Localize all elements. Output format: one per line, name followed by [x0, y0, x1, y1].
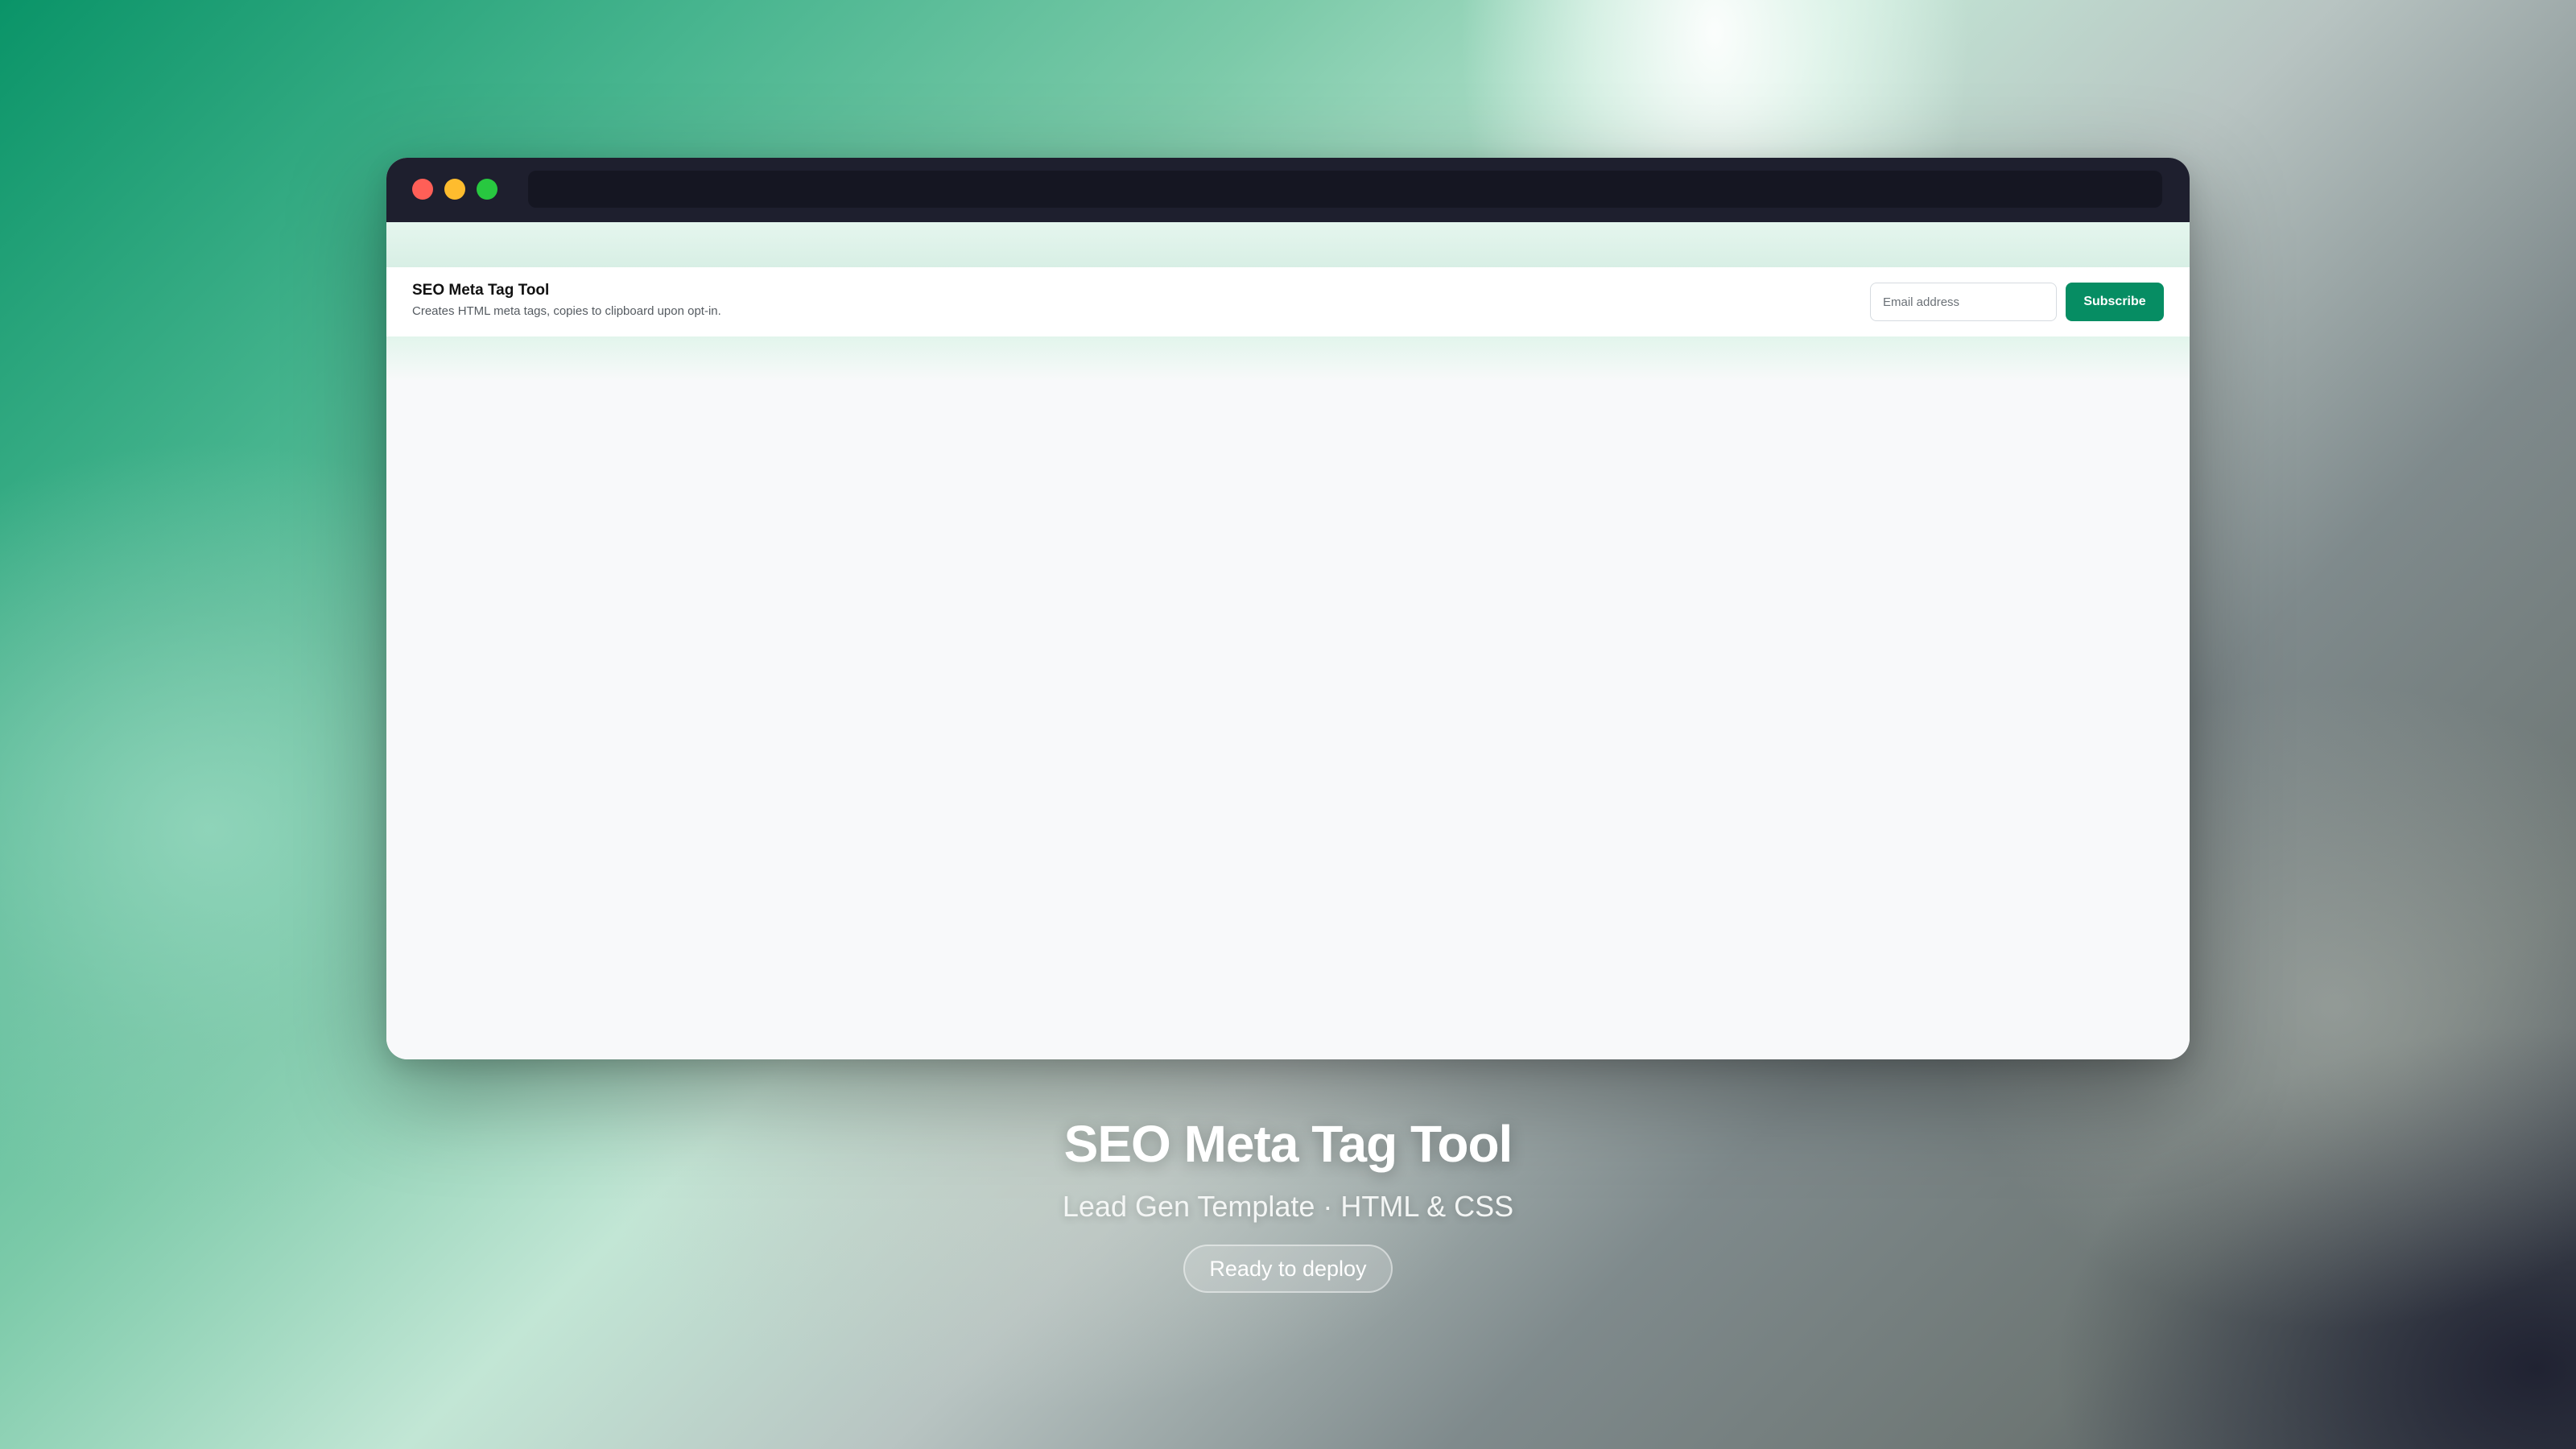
- maximize-window-icon[interactable]: [477, 179, 497, 200]
- page-viewport: SEO Meta Tag Tool Creates HTML meta tags…: [386, 222, 2190, 1059]
- lead-bar-title: SEO Meta Tag Tool: [412, 282, 550, 299]
- window-titlebar: [386, 158, 2190, 222]
- bottom-gradient-band: [386, 336, 2190, 382]
- caption-title: SEO Meta Tag Tool: [1063, 1115, 1513, 1173]
- close-window-icon[interactable]: [412, 179, 433, 200]
- lead-gen-bar: SEO Meta Tag Tool Creates HTML meta tags…: [386, 267, 2190, 336]
- minimize-window-icon[interactable]: [444, 179, 465, 200]
- email-input[interactable]: [1870, 283, 2057, 321]
- lead-bar-description: Creates HTML meta tags, copies to clipbo…: [412, 304, 721, 318]
- caption-subtitle: Lead Gen Template · HTML & CSS: [1062, 1190, 1514, 1223]
- browser-window: SEO Meta Tag Tool Creates HTML meta tags…: [386, 158, 2190, 1059]
- subscribe-button[interactable]: Subscribe: [2066, 283, 2164, 321]
- address-bar[interactable]: [528, 171, 2162, 208]
- ready-badge: Ready to deploy: [1183, 1245, 1393, 1293]
- top-gradient-band: [386, 222, 2190, 267]
